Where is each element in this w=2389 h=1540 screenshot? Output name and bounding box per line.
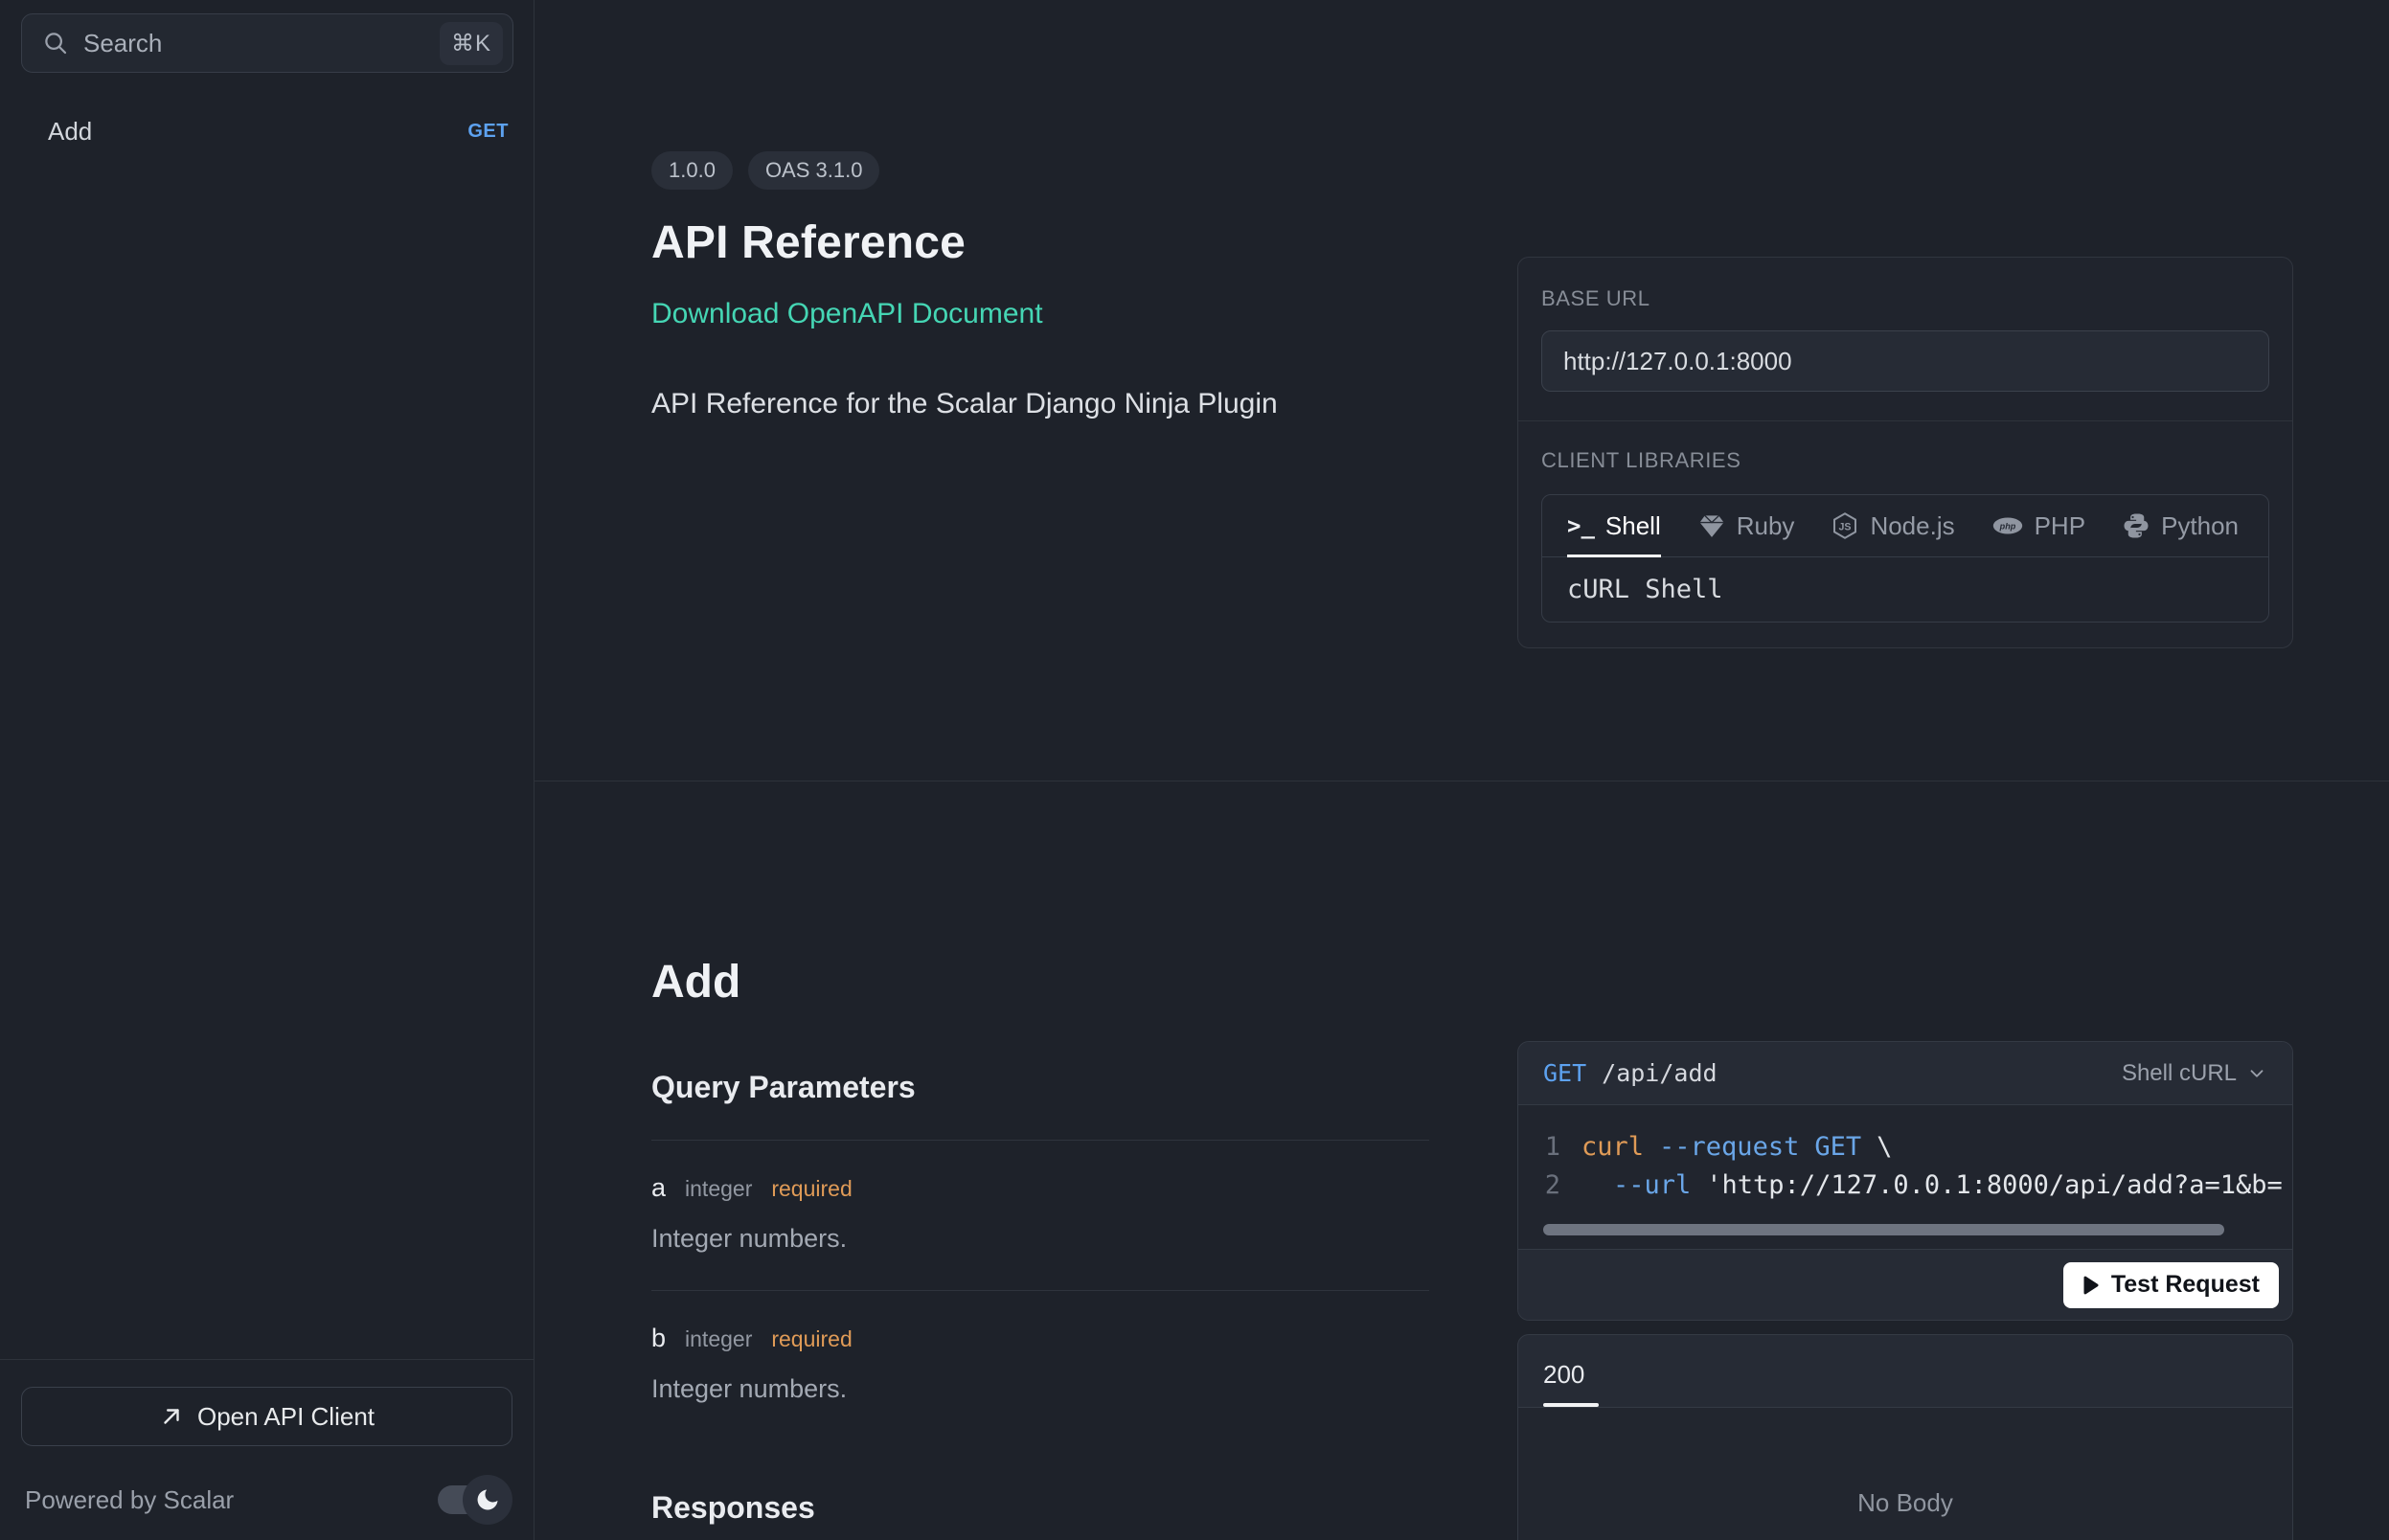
parameter-required-badge: required	[771, 1176, 852, 1202]
tab-php[interactable]: php PHP	[1991, 495, 2085, 556]
open-api-client-label: Open API Client	[197, 1402, 375, 1432]
search-placeholder: Search	[83, 29, 440, 58]
parameter-type: integer	[685, 1326, 752, 1352]
parameter-name: b	[651, 1324, 666, 1353]
version-badge: 1.0.0	[651, 151, 733, 190]
line-number: 1	[1543, 1128, 1560, 1166]
powered-row: Powered by Scalar	[21, 1475, 512, 1525]
client-libraries-label: CLIENT LIBRARIES	[1541, 448, 2269, 473]
sidebar-item-add[interactable]: Add GET	[0, 103, 534, 159]
http-method-badge: GET	[467, 121, 509, 143]
search-input[interactable]: Search ⌘K	[21, 13, 513, 73]
search-shortcut-kbd: ⌘K	[440, 22, 503, 65]
ruby-gem-icon	[1697, 511, 1726, 540]
selected-client-label: cURL Shell	[1542, 556, 2268, 622]
code-token: curl	[1581, 1132, 1644, 1162]
svg-text:JS: JS	[1839, 521, 1852, 532]
code-block: 1 curl --request GET \ 2 --url 'http://127.0.0…	[1518, 1105, 2292, 1249]
download-openapi-link[interactable]: Download OpenAPI Document	[651, 298, 1043, 330]
request-example-card: GET /api/add Shell cURL 1 curl --request GE…	[1517, 1041, 2293, 1321]
request-example-footer: Test Request	[1518, 1249, 2292, 1320]
response-status-tab[interactable]: 200	[1543, 1360, 1584, 1407]
operation-title: Add	[651, 956, 1429, 1008]
php-icon: php	[1991, 511, 2024, 540]
tab-python[interactable]: Python	[2122, 495, 2239, 556]
code-line-2: 2 --url 'http://127.0.0.1:8000/api/add?a=1…	[1543, 1166, 2292, 1205]
nodejs-icon: JS	[1831, 511, 1859, 540]
parameter-row: b integer required Integer numbers.	[651, 1291, 1429, 1440]
svg-text:php: php	[1998, 521, 2015, 531]
tab-label: Python	[2161, 511, 2239, 541]
tab-nodejs[interactable]: JS Node.js	[1831, 495, 1954, 556]
operation-details: Add Query Parameters a integer required …	[651, 956, 1429, 1540]
language-select-value: Shell cURL	[2122, 1060, 2237, 1087]
language-select[interactable]: Shell cURL	[2122, 1060, 2267, 1087]
scalar-api-reference-app: Search ⌘K Add GET Open API Client Powere…	[0, 0, 2389, 1540]
tab-shell[interactable]: >_ Shell	[1567, 495, 1661, 556]
client-library-tabs: >_ Shell Ruby	[1542, 495, 2268, 556]
parameter-head: b integer required	[651, 1324, 1429, 1353]
request-path: /api/add	[1602, 1059, 1717, 1087]
response-example-card: 200 No Body	[1517, 1334, 2293, 1540]
play-icon	[2082, 1276, 2100, 1295]
card-separator	[1518, 420, 2292, 421]
tab-ruby[interactable]: Ruby	[1697, 495, 1795, 556]
code-token: \	[1877, 1132, 1892, 1162]
dark-mode-toggle[interactable]	[438, 1485, 507, 1514]
main-content: 1.0.0 OAS 3.1.0 API Reference Download O…	[535, 0, 2389, 1540]
query-parameters-heading: Query Parameters	[651, 1070, 1429, 1105]
test-request-label: Test Request	[2111, 1271, 2260, 1299]
scrollbar-thumb[interactable]	[1543, 1224, 2224, 1235]
page-title: API Reference	[651, 216, 1475, 269]
terminal-icon: >_	[1567, 512, 1595, 539]
server-card: BASE URL CLIENT LIBRARIES >_ Shell	[1517, 257, 2293, 648]
toggle-knob	[463, 1475, 512, 1525]
open-api-client-button[interactable]: Open API Client	[21, 1387, 512, 1446]
response-card-header: 200	[1518, 1335, 2292, 1407]
response-card-body: No Body	[1518, 1408, 2292, 1540]
operation-section: Add Query Parameters a integer required …	[535, 781, 2389, 1540]
parameter-description: Integer numbers.	[651, 1374, 1429, 1440]
python-icon	[2122, 511, 2150, 540]
client-libraries-tabbox: >_ Shell Ruby	[1541, 494, 2269, 623]
sidebar: Search ⌘K Add GET Open API Client Powere…	[0, 0, 535, 1540]
tab-label: Node.js	[1870, 511, 1954, 541]
powered-by-label: Powered by Scalar	[25, 1485, 234, 1515]
parameter-description: Integer numbers.	[651, 1224, 1429, 1290]
tab-label: PHP	[2035, 511, 2085, 541]
test-request-button[interactable]: Test Request	[2063, 1262, 2279, 1308]
chevron-down-icon	[2246, 1063, 2267, 1084]
code-line-1: 1 curl --request GET \	[1543, 1128, 2292, 1166]
search-icon	[41, 29, 70, 57]
responses-heading: Responses	[651, 1490, 1429, 1526]
code-token: --url	[1613, 1170, 1691, 1200]
moon-icon	[474, 1486, 501, 1513]
arrow-up-right-icon	[159, 1404, 184, 1429]
oas-badge: OAS 3.1.0	[748, 151, 880, 190]
parameter-name: a	[651, 1173, 666, 1203]
base-url-input[interactable]	[1541, 330, 2269, 392]
request-example-header: GET /api/add Shell cURL	[1518, 1042, 2292, 1105]
parameter-row: a integer required Integer numbers.	[651, 1141, 1429, 1290]
version-badges: 1.0.0 OAS 3.1.0	[651, 151, 1475, 190]
line-number: 2	[1543, 1166, 1560, 1205]
code-horizontal-scrollbar	[1543, 1224, 2267, 1235]
page-description: API Reference for the Scalar Django Ninj…	[651, 388, 1475, 420]
code-token: GET	[1814, 1132, 1861, 1162]
sidebar-item-label: Add	[48, 117, 467, 147]
base-url-label: BASE URL	[1541, 286, 2269, 311]
parameter-head: a integer required	[651, 1173, 1429, 1203]
intro-section: 1.0.0 OAS 3.1.0 API Reference Download O…	[535, 0, 2389, 781]
no-body-label: No Body	[1857, 1488, 1953, 1540]
code-token: --request	[1659, 1132, 1799, 1162]
parameter-required-badge: required	[771, 1326, 852, 1352]
tab-label: Ruby	[1737, 511, 1795, 541]
code-token: 'http://127.0.0.1:8000/api/add?a=1&b=	[1706, 1170, 2282, 1200]
intro-text: 1.0.0 OAS 3.1.0 API Reference Download O…	[651, 151, 1475, 420]
parameter-type: integer	[685, 1176, 752, 1202]
tab-label: Shell	[1605, 511, 1661, 541]
sidebar-footer: Open API Client Powered by Scalar	[0, 1359, 534, 1540]
request-method: GET	[1543, 1059, 1586, 1087]
